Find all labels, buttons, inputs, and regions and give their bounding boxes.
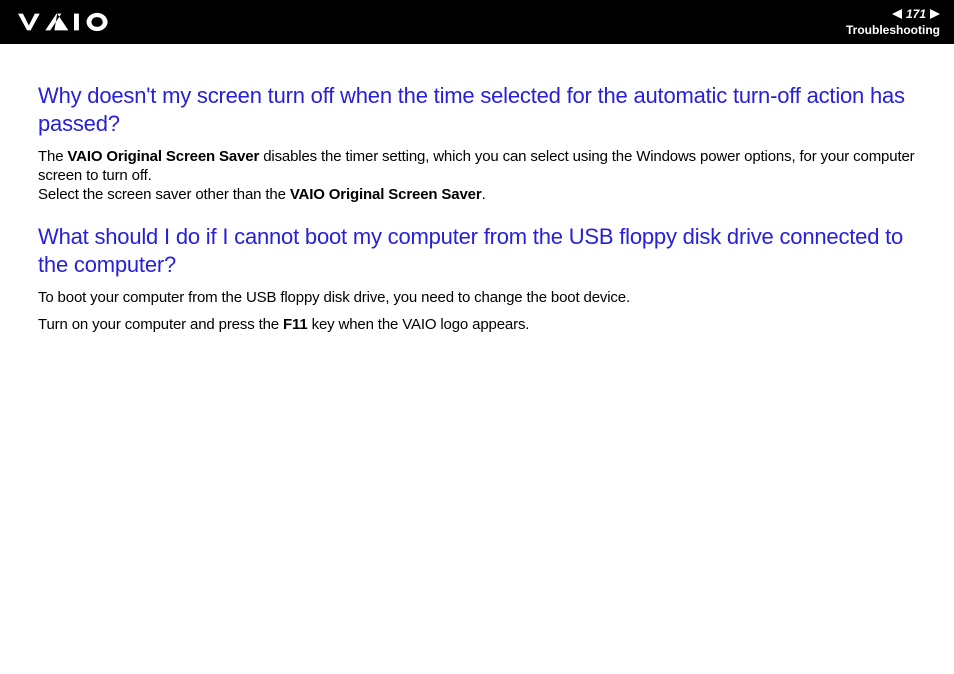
text-run: key when the VAIO logo appears. xyxy=(308,316,530,333)
nav-next-icon[interactable] xyxy=(930,9,940,19)
text-bold: VAIO Original Screen Saver xyxy=(290,186,482,203)
page-content: Why doesn't my screen turn off when the … xyxy=(0,44,954,354)
faq-question: What should I do if I cannot boot my com… xyxy=(38,223,918,279)
text-bold: F11 xyxy=(283,316,308,333)
page-number: 171 xyxy=(906,7,926,21)
text-bold: VAIO Original Screen Saver xyxy=(67,148,259,165)
faq-answer-para: To boot your computer from the USB flopp… xyxy=(38,289,918,308)
nav-prev-icon[interactable] xyxy=(892,9,902,19)
page-header: 171 Troubleshooting xyxy=(0,0,954,44)
faq-section: What should I do if I cannot boot my com… xyxy=(38,223,918,335)
faq-question: Why doesn't my screen turn off when the … xyxy=(38,82,918,138)
header-right: 171 Troubleshooting xyxy=(846,7,940,37)
faq-answer-para: Turn on your computer and press the F11 … xyxy=(38,316,918,335)
faq-answer-para: The VAIO Original Screen Saver disables … xyxy=(38,148,918,204)
page-nav: 171 xyxy=(892,7,940,21)
text-run: The xyxy=(38,148,67,165)
faq-section: Why doesn't my screen turn off when the … xyxy=(38,82,918,205)
text-run: Turn on your computer and press the xyxy=(38,316,283,333)
text-run: Select the screen saver other than the xyxy=(38,186,290,203)
text-run: . xyxy=(482,186,486,203)
vaio-logo xyxy=(18,0,116,44)
section-label: Troubleshooting xyxy=(846,23,940,37)
